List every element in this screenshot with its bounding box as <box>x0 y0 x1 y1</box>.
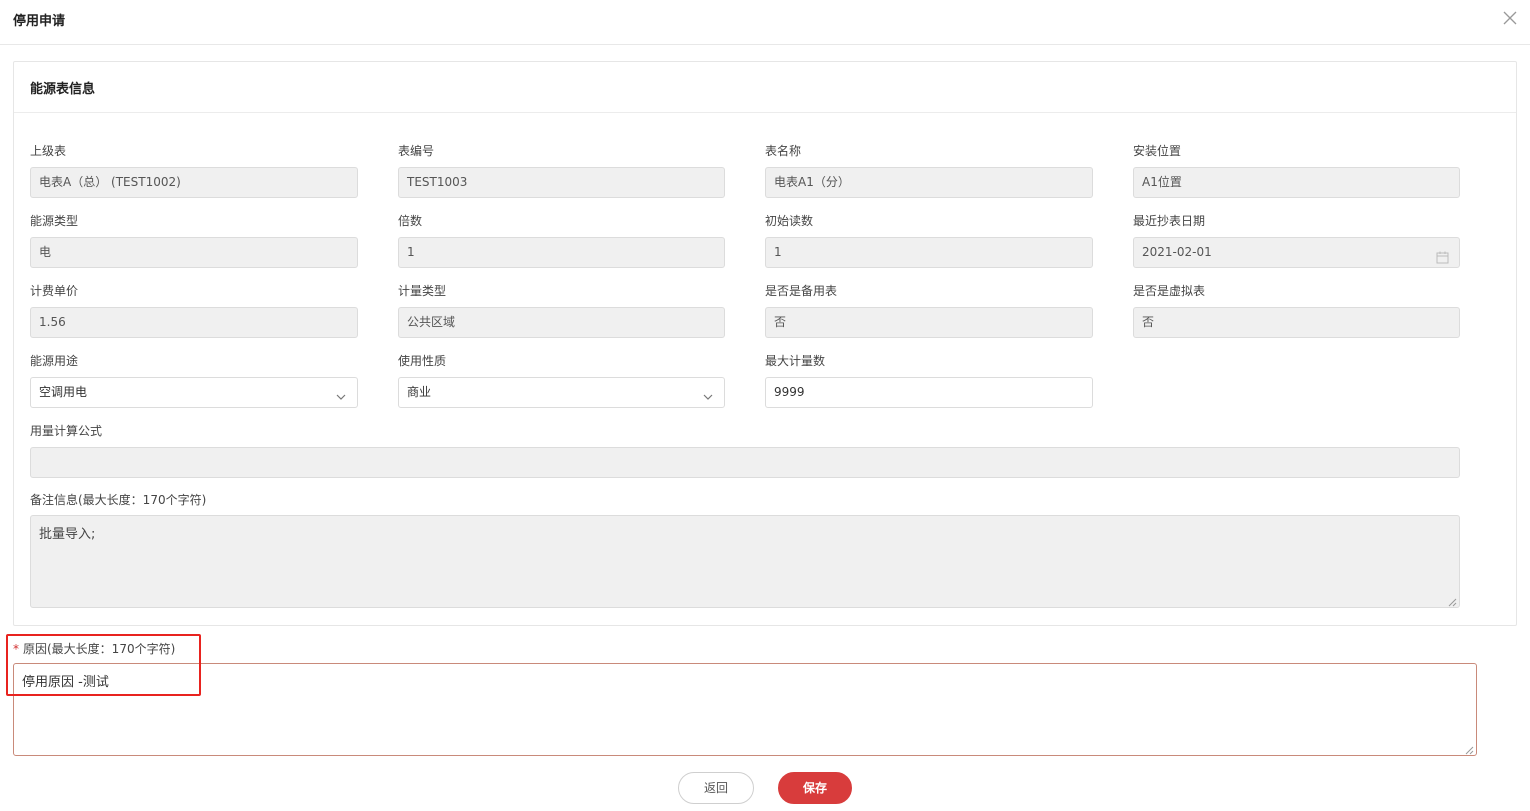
is-virtual-field: 否 <box>1133 307 1460 338</box>
multiplier-label: 倍数 <box>398 214 423 228</box>
parent-meter-field: 电表A（总） (TEST1002) <box>30 167 358 198</box>
location-label: 安装位置 <box>1133 144 1182 158</box>
metering-type-field: 公共区域 <box>398 307 725 338</box>
last-read-date-value: 2021-02-01 <box>1142 245 1212 259</box>
last-read-date-field: 2021-02-01 <box>1133 237 1460 268</box>
unit-price-label: 计费单价 <box>30 284 79 298</box>
meter-name-field: 电表A1（分） <box>765 167 1093 198</box>
meter-no-field: TEST1003 <box>398 167 725 198</box>
chevron-down-icon <box>702 385 714 400</box>
multiplier-field: 1 <box>398 237 725 268</box>
resize-grip-icon[interactable] <box>1448 596 1457 607</box>
is-virtual-label: 是否是虚拟表 <box>1133 284 1206 298</box>
energy-use-label: 能源用途 <box>30 354 79 368</box>
energy-use-value: 空调用电 <box>39 385 88 399</box>
section-title: 能源表信息 <box>30 82 96 97</box>
formula-label: 用量计算公式 <box>30 424 103 438</box>
initial-reading-field: 1 <box>765 237 1093 268</box>
resize-grip-icon[interactable] <box>1465 744 1474 755</box>
is-backup-label: 是否是备用表 <box>765 284 838 298</box>
required-mark: * <box>13 642 19 656</box>
is-backup-field: 否 <box>765 307 1093 338</box>
energy-type-field: 电 <box>30 237 358 268</box>
formula-field <box>30 447 1460 478</box>
reason-label-text: 原因(最大长度：170个字符) <box>23 642 176 656</box>
reason-value: 停用原因 -测试 <box>22 675 109 690</box>
last-read-date-label: 最近抄表日期 <box>1133 214 1206 228</box>
meter-name-label: 表名称 <box>765 144 802 158</box>
energy-use-select[interactable]: 空调用电 <box>30 377 358 408</box>
usage-nature-value: 商业 <box>407 385 432 399</box>
metering-type-label: 计量类型 <box>398 284 447 298</box>
remark-label: 备注信息(最大长度：170个字符) <box>30 493 207 507</box>
save-button[interactable]: 保存 <box>778 772 852 804</box>
usage-nature-select[interactable]: 商业 <box>398 377 725 408</box>
calendar-icon <box>1436 246 1449 264</box>
max-count-input[interactable]: 9999 <box>765 377 1093 408</box>
meter-no-label: 表编号 <box>398 144 435 158</box>
usage-nature-label: 使用性质 <box>398 354 447 368</box>
back-button[interactable]: 返回 <box>678 772 754 804</box>
energy-type-label: 能源类型 <box>30 214 79 228</box>
dialog-title: 停用申请 <box>13 14 66 29</box>
remark-textarea: 批量导入; <box>30 515 1460 608</box>
unit-price-field: 1.56 <box>30 307 358 338</box>
close-icon[interactable] <box>1502 10 1518 26</box>
reason-label: * 原因(最大长度：170个字符) <box>13 640 175 657</box>
card-header: 能源表信息 <box>14 62 1516 113</box>
max-count-label: 最大计量数 <box>765 354 826 368</box>
dialog-header: 停用申请 <box>0 0 1530 45</box>
initial-reading-label: 初始读数 <box>765 214 814 228</box>
remark-value: 批量导入; <box>39 527 96 542</box>
chevron-down-icon <box>335 385 347 400</box>
parent-meter-label: 上级表 <box>30 144 67 158</box>
reason-textarea[interactable]: 停用原因 -测试 <box>13 663 1477 756</box>
location-field: A1位置 <box>1133 167 1460 198</box>
